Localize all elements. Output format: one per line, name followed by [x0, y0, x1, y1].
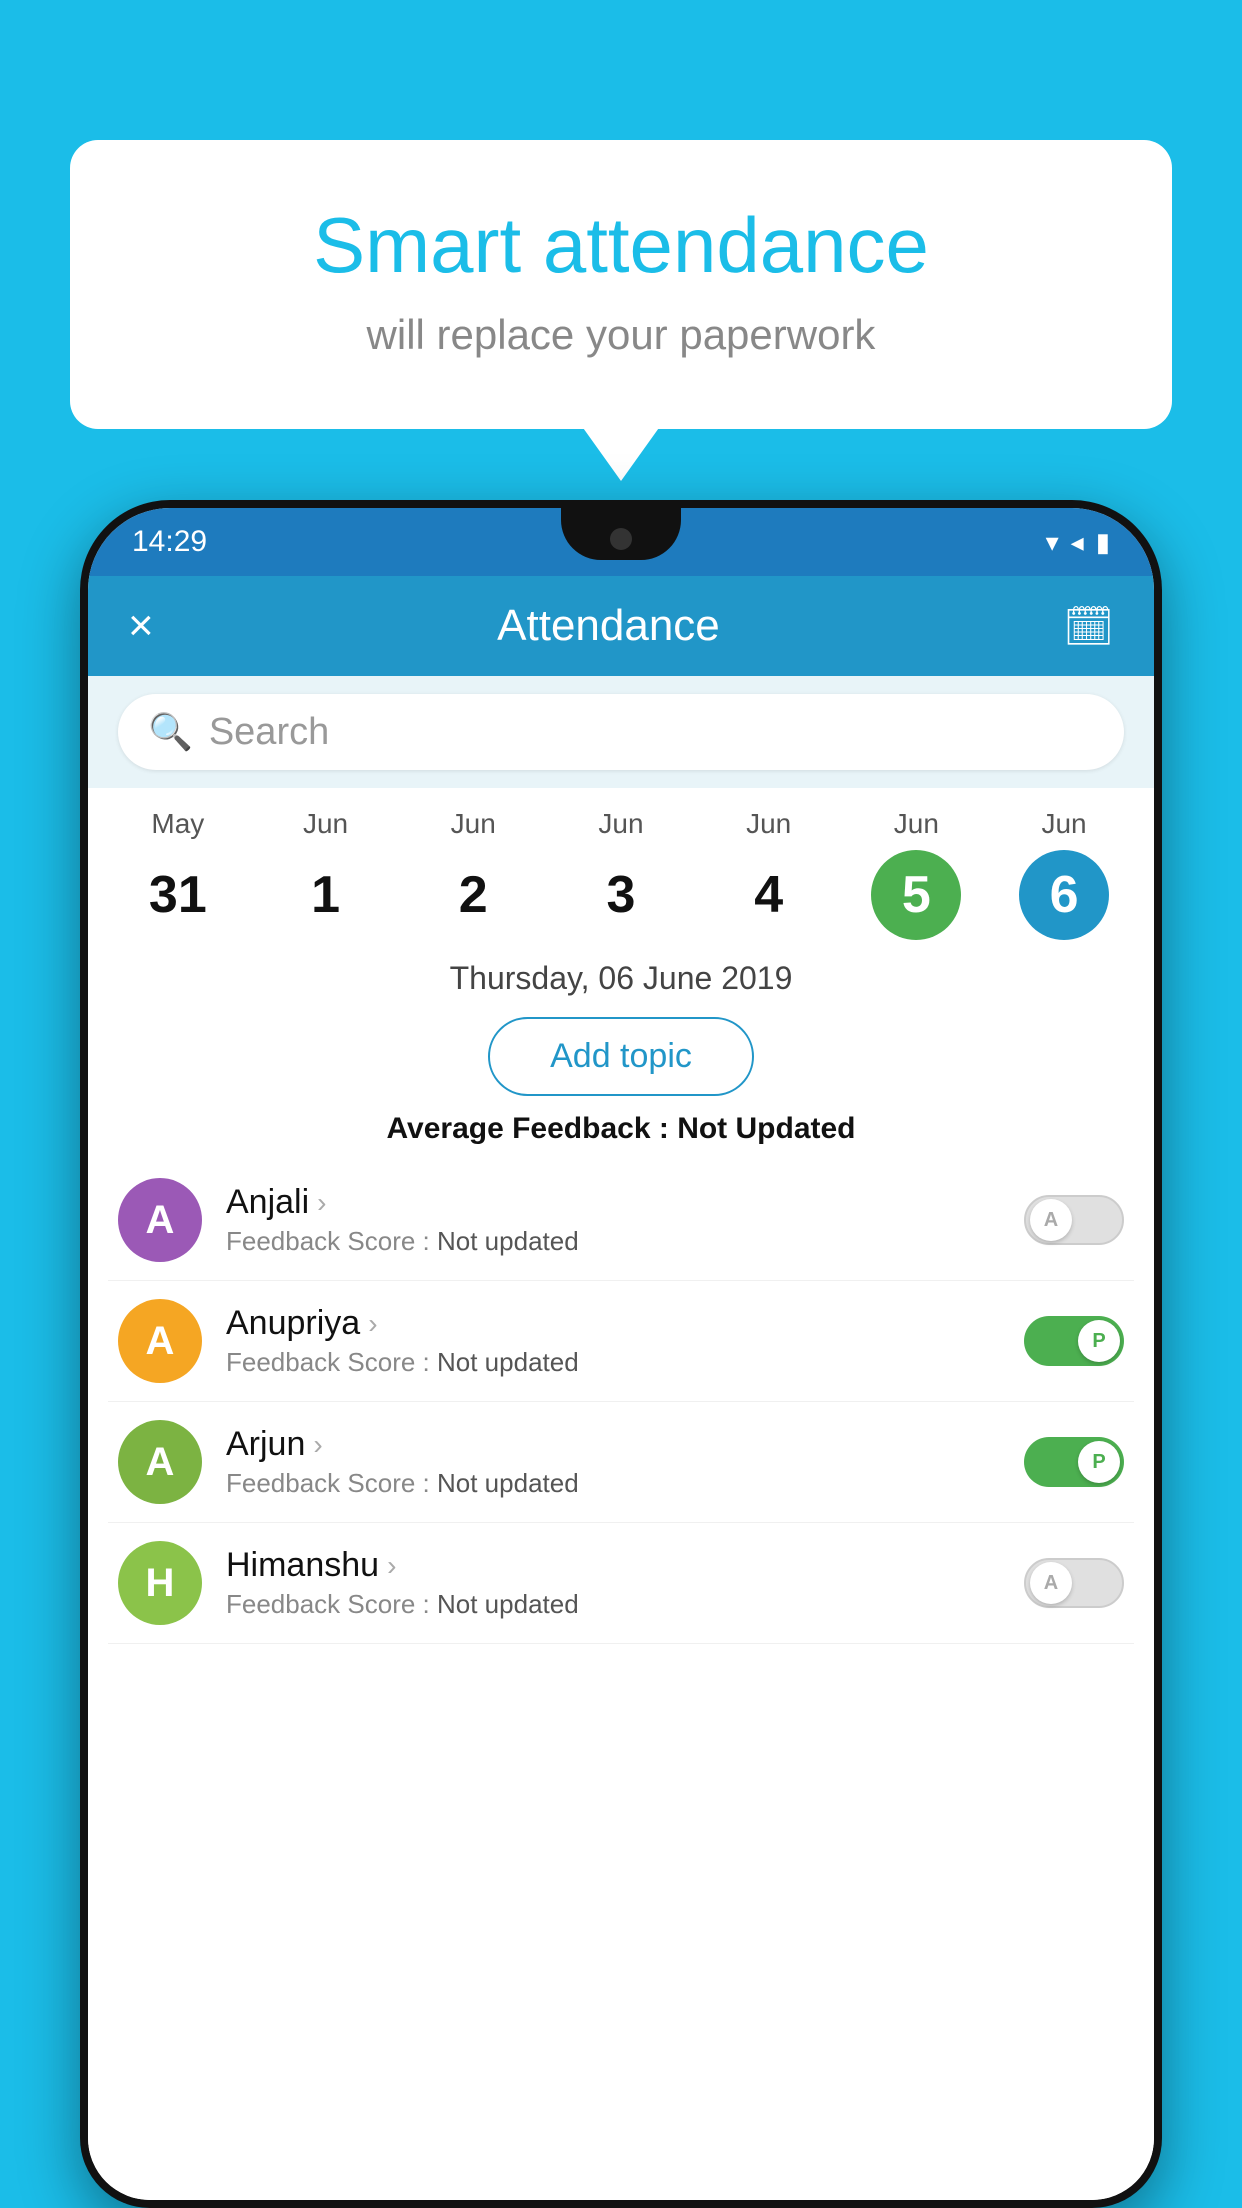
student-list: A Anjali › Feedback Score : Not updated …: [88, 1160, 1154, 1644]
student-name[interactable]: Arjun ›: [226, 1425, 1000, 1464]
wifi-icon: ▾: [1046, 527, 1059, 558]
attendance-toggle[interactable]: P: [1024, 1437, 1124, 1487]
speech-bubble-container: Smart attendance will replace your paper…: [70, 140, 1172, 429]
search-icon: 🔍: [148, 711, 193, 753]
student-item: A Arjun › Feedback Score : Not updated P: [108, 1402, 1134, 1523]
calendar-day[interactable]: May 31: [123, 808, 233, 940]
toggle-knob: P: [1078, 1441, 1120, 1483]
selected-date-label: Thursday, 06 June 2019: [88, 950, 1154, 1001]
app-bar-title: Attendance: [497, 601, 720, 651]
avg-feedback-label: Average Feedback :: [386, 1112, 668, 1145]
toggle-knob: A: [1030, 1199, 1072, 1241]
speech-bubble: Smart attendance will replace your paper…: [70, 140, 1172, 429]
avg-feedback-value: Not Updated: [677, 1112, 855, 1145]
cal-month: Jun: [746, 808, 791, 840]
screen-content: 🔍 Search May 31 Jun 1 Jun 2 Jun 3 Jun 4: [88, 676, 1154, 2200]
cal-month: Jun: [598, 808, 643, 840]
student-avatar: A: [118, 1420, 202, 1504]
avg-feedback: Average Feedback : Not Updated: [88, 1112, 1154, 1146]
add-topic-button[interactable]: Add topic: [488, 1017, 754, 1096]
chevron-right-icon: ›: [387, 1550, 396, 1582]
cal-date[interactable]: 5: [871, 850, 961, 940]
notch: [561, 508, 681, 560]
student-info: Anupriya › Feedback Score : Not updated: [226, 1304, 1000, 1378]
student-item: A Anupriya › Feedback Score : Not update…: [108, 1281, 1134, 1402]
close-button[interactable]: ×: [128, 601, 154, 651]
chevron-right-icon: ›: [368, 1308, 377, 1340]
phone-screen: 14:29 ▾ ◂ ▮ × Attendance 🗓: [88, 508, 1154, 2200]
student-name[interactable]: Anjali ›: [226, 1183, 1000, 1222]
camera-dot: [610, 528, 632, 550]
cal-month: Jun: [1041, 808, 1086, 840]
student-info: Anjali › Feedback Score : Not updated: [226, 1183, 1000, 1257]
chevron-right-icon: ›: [313, 1429, 322, 1461]
cal-date[interactable]: 31: [133, 850, 223, 940]
student-name[interactable]: Anupriya ›: [226, 1304, 1000, 1343]
cal-date[interactable]: 1: [281, 850, 371, 940]
battery-icon: ▮: [1096, 527, 1110, 558]
chevron-right-icon: ›: [317, 1187, 326, 1219]
cal-date[interactable]: 6: [1019, 850, 1109, 940]
search-bar[interactable]: 🔍 Search: [118, 694, 1124, 770]
calendar-icon[interactable]: 🗓: [1063, 603, 1114, 650]
search-placeholder: Search: [209, 711, 329, 754]
student-info: Himanshu › Feedback Score : Not updated: [226, 1546, 1000, 1620]
student-name[interactable]: Himanshu ›: [226, 1546, 1000, 1585]
cal-date[interactable]: 2: [428, 850, 518, 940]
phone-frame: 14:29 ▾ ◂ ▮ × Attendance 🗓: [80, 500, 1162, 2208]
student-avatar: A: [118, 1299, 202, 1383]
toggle-container[interactable]: P: [1024, 1316, 1124, 1366]
toggle-knob: P: [1078, 1320, 1120, 1362]
attendance-toggle[interactable]: A: [1024, 1558, 1124, 1608]
attendance-toggle[interactable]: A: [1024, 1195, 1124, 1245]
student-item: H Himanshu › Feedback Score : Not update…: [108, 1523, 1134, 1644]
status-bar: 14:29 ▾ ◂ ▮: [88, 508, 1154, 576]
student-item: A Anjali › Feedback Score : Not updated …: [108, 1160, 1134, 1281]
cal-month: May: [151, 808, 204, 840]
phone-inner: 14:29 ▾ ◂ ▮ × Attendance 🗓: [88, 508, 1154, 2200]
signal-icon: ◂: [1071, 527, 1084, 558]
toggle-knob: A: [1030, 1562, 1072, 1604]
calendar-day[interactable]: Jun 6: [1009, 808, 1119, 940]
student-avatar: A: [118, 1178, 202, 1262]
status-icons: ▾ ◂ ▮: [1046, 527, 1110, 558]
toggle-container[interactable]: P: [1024, 1437, 1124, 1487]
calendar-strip: May 31 Jun 1 Jun 2 Jun 3 Jun 4 Jun 5 Jun…: [88, 788, 1154, 950]
student-avatar: H: [118, 1541, 202, 1625]
toggle-container[interactable]: A: [1024, 1195, 1124, 1245]
student-feedback: Feedback Score : Not updated: [226, 1589, 1000, 1620]
cal-date[interactable]: 4: [724, 850, 814, 940]
calendar-day[interactable]: Jun 1: [271, 808, 381, 940]
cal-month: Jun: [303, 808, 348, 840]
bubble-subtitle: will replace your paperwork: [150, 311, 1092, 359]
student-feedback: Feedback Score : Not updated: [226, 1347, 1000, 1378]
search-bar-container: 🔍 Search: [88, 676, 1154, 788]
student-feedback: Feedback Score : Not updated: [226, 1468, 1000, 1499]
calendar-day[interactable]: Jun 4: [714, 808, 824, 940]
calendar-day[interactable]: Jun 3: [566, 808, 676, 940]
toggle-container[interactable]: A: [1024, 1558, 1124, 1608]
app-bar: × Attendance 🗓: [88, 576, 1154, 676]
status-time: 14:29: [132, 525, 207, 559]
student-feedback: Feedback Score : Not updated: [226, 1226, 1000, 1257]
cal-month: Jun: [894, 808, 939, 840]
student-info: Arjun › Feedback Score : Not updated: [226, 1425, 1000, 1499]
cal-month: Jun: [451, 808, 496, 840]
bubble-title: Smart attendance: [150, 200, 1092, 291]
calendar-day[interactable]: Jun 5: [861, 808, 971, 940]
calendar-day[interactable]: Jun 2: [418, 808, 528, 940]
attendance-toggle[interactable]: P: [1024, 1316, 1124, 1366]
cal-date[interactable]: 3: [576, 850, 666, 940]
